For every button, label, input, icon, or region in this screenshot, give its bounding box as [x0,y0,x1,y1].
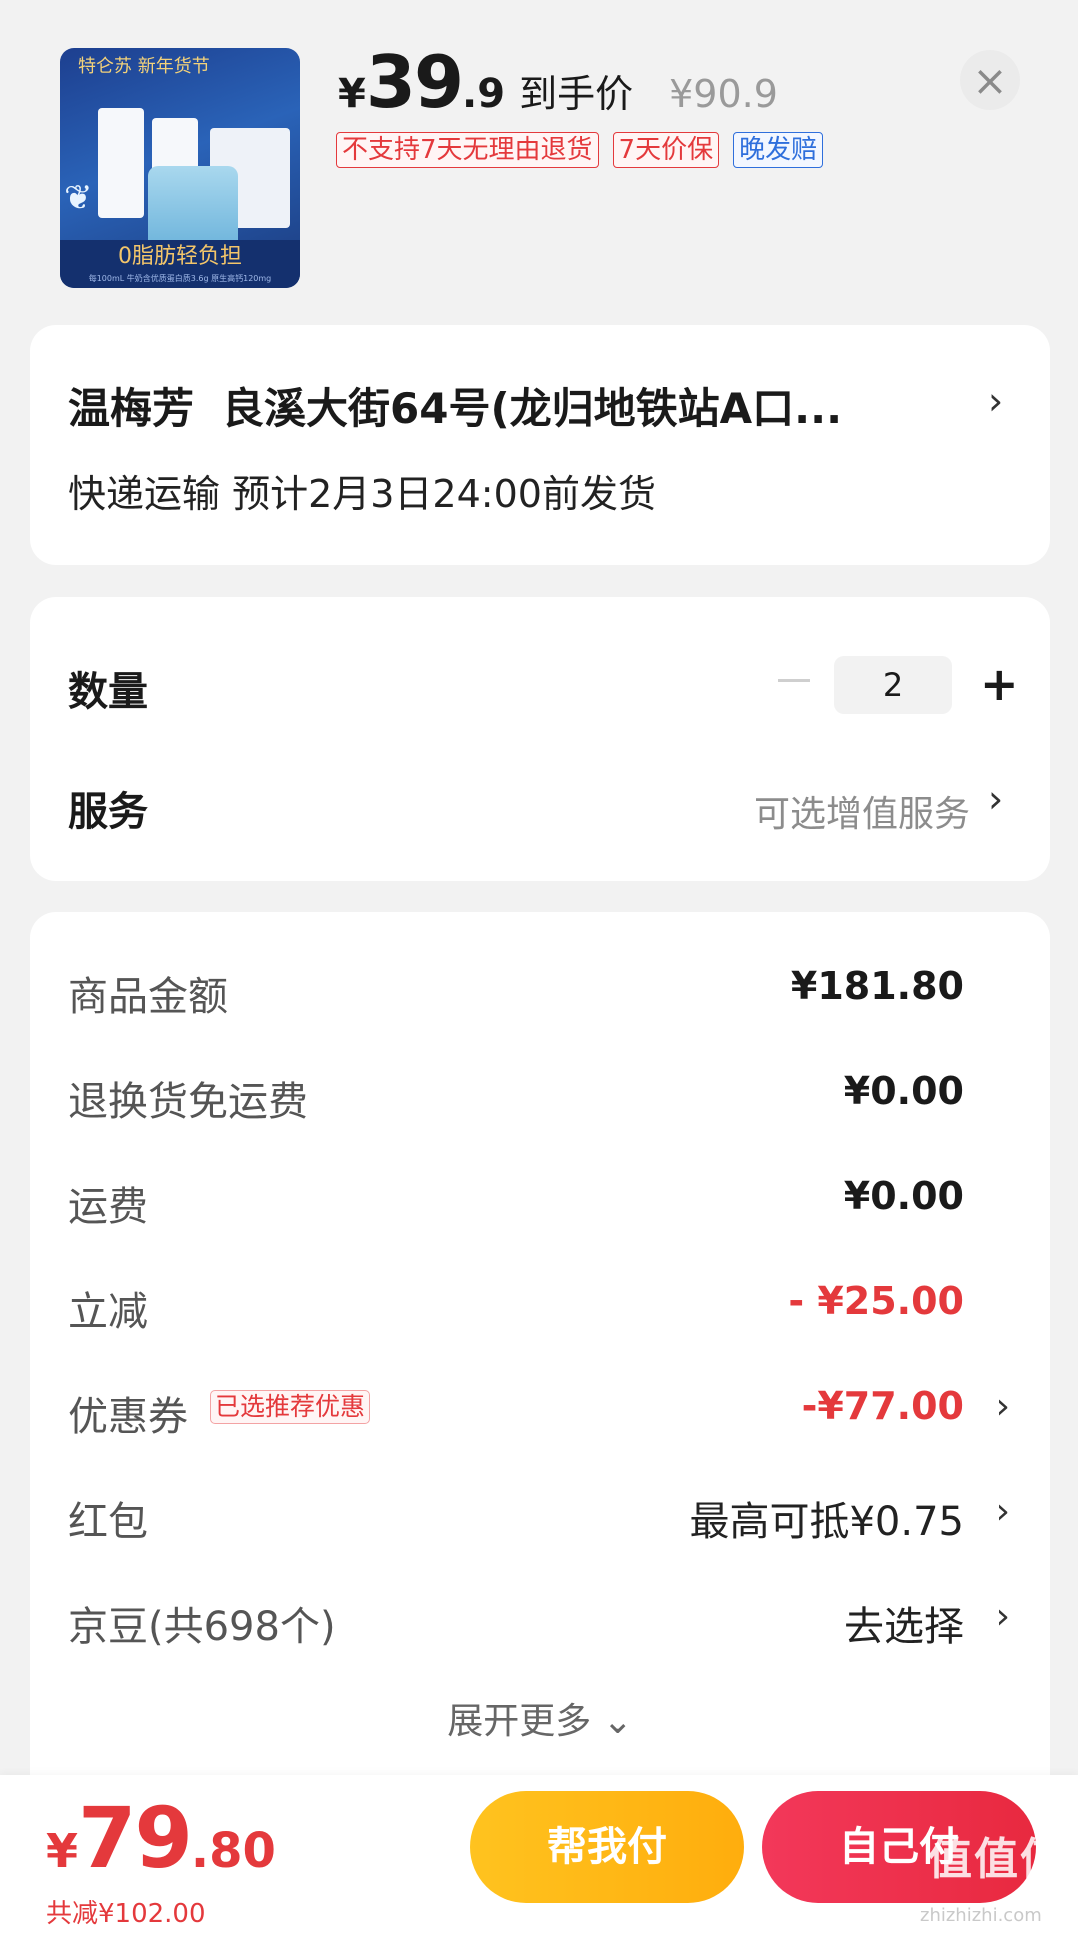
total-integer: 79 [78,1789,193,1887]
original-price: ¥90.9 [669,72,778,116]
total-decimal: .80 [190,1823,276,1879]
instant-discount-value: - ¥25.00 [788,1279,964,1323]
fee-row-freight: 运费 ¥0.00 [30,1174,1050,1234]
total-saved: 共减¥102.00 [46,1899,206,1929]
bottom-pay-bar: ¥ 79 .80 共减¥102.00 帮我付 自己付 值值值 zhizhizhi… [0,1775,1078,1945]
close-icon: × [972,55,1008,105]
help-me-pay-button[interactable]: 帮我付 [470,1791,744,1903]
service-label: 服务 [68,789,148,835]
watermark-logo: 值值值 [928,1834,1066,1885]
watermark-url: zhizhizhi.com [920,1905,1042,1926]
milk-carton-graphic [98,108,144,218]
freight-value: ¥0.00 [843,1174,964,1218]
expand-more-button[interactable]: 展开更多 ⌄ [30,1692,1050,1744]
coupon-badge: 已选推荐优惠 [210,1390,371,1424]
product-image-banner: 特仑苏 新年货节 [78,56,210,77]
tag-price-protect: 7天价保 [612,132,720,168]
quantity-label: 数量 [68,669,148,715]
fee-row-coupon[interactable]: 优惠券 已选推荐优惠 -¥77.00 › [30,1384,1050,1444]
shipping-info: 快递运输 预计2月3日24:00前发货 [68,472,656,516]
product-tags: 不支持7天无理由退货 7天价保 晚发赔 [336,132,824,168]
coupon-value: -¥77.00 [801,1384,964,1428]
chevron-right-icon: › [988,777,1004,821]
return-freight-value: ¥0.00 [843,1069,964,1113]
chevron-right-icon: › [995,1491,1010,1532]
fee-row-discount: 立减 - ¥25.00 [30,1279,1050,1339]
service-value[interactable]: 可选增值服务 [754,785,970,837]
goods-amount-label: 商品金额 [68,974,228,1020]
gift-bag-graphic [148,166,238,246]
price-decimal: .9 [462,71,506,117]
tag-no-return: 不支持7天无理由退货 [336,132,599,168]
product-image-subtext: 每100mL 牛奶含优质蛋白质3.6g 原生高钙120mg [88,274,272,283]
order-confirm-sheet: 特仑苏 新年货节 ❦ 0脂肪轻负担 每100mL 牛奶含优质蛋白质3.6g 原生… [0,0,1078,1945]
price-label: 到手价 [519,72,634,116]
quantity-value[interactable]: 2 [834,656,952,714]
price-row: ¥ 39 .9 到手价 ¥90.9 [338,40,778,124]
address-line: 温梅芳 良溪大街64号(龙归地铁站A口... [68,375,842,436]
fee-row-redpacket[interactable]: 红包 最高可抵¥0.75 › [30,1489,1050,1549]
fee-row-return: 退换货免运费 ¥0.00 [30,1069,1050,1129]
goods-amount-value: ¥181.80 [790,964,964,1008]
product-image: 特仑苏 新年货节 ❦ 0脂肪轻负担 每100mL 牛奶含优质蛋白质3.6g 原生… [60,48,300,288]
plus-icon[interactable]: + [980,659,1019,709]
fee-row-jingdou[interactable]: 京豆(共698个) 去选择 › [30,1594,1050,1654]
instant-discount-label: 立减 [68,1289,148,1335]
return-freight-label: 退换货免运费 [68,1079,308,1125]
total-currency: ¥ [46,1824,79,1878]
tag-late-compensation: 晚发赔 [733,132,824,168]
close-button[interactable]: × [960,50,1020,110]
quantity-service-card: 数量 2 + 服务 可选增值服务 › [30,597,1050,881]
jingdou-label: 京豆(共698个) [68,1604,336,1650]
fee-row-goods: 商品金额 ¥181.80 [30,964,1050,1024]
chevron-right-icon: › [988,379,1004,423]
coupon-label: 优惠券 [68,1394,188,1440]
minus-icon[interactable] [778,679,810,682]
redpacket-value: 最高可抵¥0.75 [689,1499,964,1545]
recipient-address: 良溪大街64号(龙归地铁站A口... [222,384,843,433]
jingdou-value: 去选择 [844,1604,964,1650]
freight-label: 运费 [68,1184,148,1230]
chevron-right-icon: › [995,1596,1010,1637]
price-currency: ¥ [338,71,366,117]
price-integer: 39 [365,40,464,124]
address-card[interactable]: 温梅芳 良溪大街64号(龙归地铁站A口... › 快递运输 预计2月3日24:00… [30,325,1050,565]
redpacket-label: 红包 [68,1499,148,1545]
chevron-right-icon: › [995,1386,1010,1427]
total-price: ¥ 79 .80 [46,1789,276,1887]
butterfly-icon: ❦ [64,178,93,218]
recipient-name: 温梅芳 [68,384,195,433]
